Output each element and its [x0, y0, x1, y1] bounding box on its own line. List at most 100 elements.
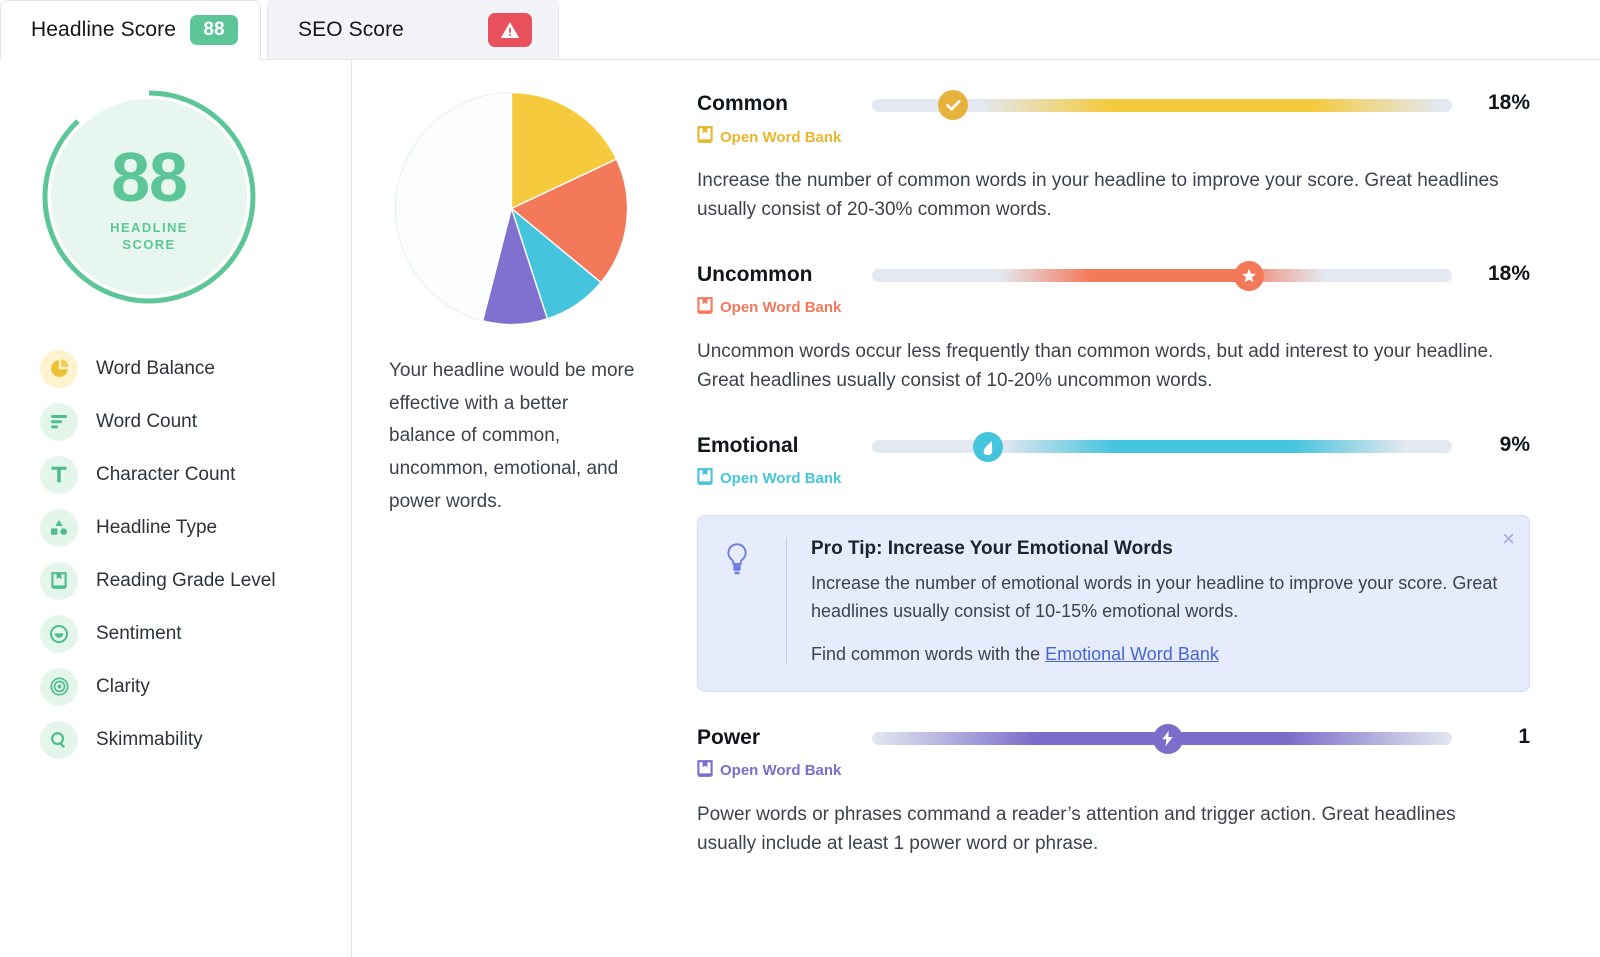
sidebar-item-label: Word Count: [96, 410, 198, 432]
open-word-bank-emotional[interactable]: Open Word Bank: [697, 467, 842, 490]
headline-score-ring: 88 HEADLINE SCORE: [38, 86, 260, 308]
slider-knob-drop-icon[interactable]: [973, 431, 1003, 462]
tab-headline-score-label: Headline Score: [31, 18, 176, 41]
book-icon: [40, 561, 78, 600]
tab-seo-score[interactable]: SEO Score: [267, 0, 559, 59]
metric-label-group-emotional: Emotional Open Word Bank: [697, 430, 872, 491]
metric-description-uncommon: Uncommon words occur less frequently tha…: [697, 340, 1494, 391]
smiley-icon: [40, 614, 78, 653]
sidebar-item-label: Headline Type: [96, 516, 218, 538]
metric-label-group-common: Common Open Word Bank: [697, 88, 872, 149]
slider-knob-star-icon[interactable]: [1234, 260, 1264, 291]
metric-slider-uncommon[interactable]: [872, 259, 1452, 293]
metric-header-emotional: Emotional Open Word Bank 9%: [697, 430, 1530, 491]
slider-fill: [982, 98, 1441, 112]
metric-section-power: Power Open Word Bank 1 Power words or ph…: [697, 722, 1530, 859]
shapes-icon: [40, 508, 78, 547]
headline-score-caption-line1: HEADLINE: [110, 219, 188, 235]
slider-track[interactable]: [872, 431, 1452, 462]
metric-title: Power: [697, 725, 761, 749]
headline-score-badge: 88: [190, 15, 238, 45]
book-icon: [697, 126, 713, 148]
sidebar-item-reading-grade-level[interactable]: Reading Grade Level: [40, 554, 351, 607]
sidebar-item-character-count[interactable]: Character Count: [40, 448, 351, 501]
sidebar-item-word-balance[interactable]: Word Balance: [40, 342, 351, 395]
book-icon: [697, 467, 713, 490]
pro-tip-banner: × Pro Tip: Increase Your Emotional Words…: [697, 514, 1530, 692]
headline-score-caption: HEADLINE SCORE: [110, 220, 188, 254]
sidebar-item-label: Skimmability: [96, 728, 203, 750]
sidebar-item-label: Reading Grade Level: [96, 569, 276, 591]
headline-score-value: 88: [111, 138, 188, 217]
close-icon[interactable]: ×: [1502, 527, 1515, 550]
metric-label-group-uncommon: Uncommon Open Word Bank: [697, 259, 872, 320]
search-icon: [40, 720, 78, 759]
sidebar-item-label: Word Balance: [96, 357, 215, 379]
pro-tip-find-prefix: Find common words with the: [811, 643, 1046, 664]
sidebar-item-word-count[interactable]: Word Count: [40, 395, 351, 448]
sidebar-item-label: Clarity: [96, 675, 150, 697]
metric-description-common: Increase the number of common words in y…: [697, 170, 1499, 220]
book-icon: [697, 759, 713, 782]
open-word-bank-label: Open Word Bank: [720, 299, 842, 317]
pro-tip-divider: [786, 537, 787, 665]
sidebar-item-sentiment[interactable]: Sentiment: [40, 607, 351, 660]
metric-section-emotional: Emotional Open Word Bank 9%: [697, 430, 1530, 491]
metric-section-common: Common Open Word Bank 18% Increase the n…: [697, 88, 1530, 225]
slider-knob-check-icon[interactable]: [938, 90, 969, 120]
pro-tip-body: Pro Tip: Increase Your Emotional Words I…: [811, 538, 1503, 665]
tab-bar: Headline Score 88 SEO Score: [0, 0, 1600, 60]
warning-icon: [488, 12, 532, 47]
pro-tip-find-row: Find common words with the Emotional Wor…: [811, 644, 1503, 665]
metric-header-uncommon: Uncommon Open Word Bank 18%: [697, 259, 1530, 320]
headline-score-caption-line2: SCORE: [122, 236, 176, 252]
slider-track[interactable]: [872, 90, 1452, 120]
pro-tip-text: Increase the number of emotional words i…: [811, 572, 1498, 621]
pie-chart-icon: [40, 349, 78, 388]
main-body: 88 HEADLINE SCORE Word Balance Word Count…: [0, 60, 1600, 957]
open-word-bank-power[interactable]: Open Word Bank: [697, 759, 842, 782]
metric-slider-power[interactable]: [872, 722, 1452, 756]
open-word-bank-label: Open Word Bank: [720, 128, 842, 146]
word-balance-summary: Your headline would be more effective wi…: [389, 360, 635, 512]
metric-header-power: Power Open Word Bank 1: [697, 722, 1530, 783]
metric-value-common: 18%: [1487, 91, 1530, 114]
metric-label-group-power: Power Open Word Bank: [697, 722, 872, 783]
metric-slider-common[interactable]: [872, 88, 1452, 122]
sidebar-item-headline-type[interactable]: Headline Type: [40, 501, 351, 554]
metric-header-common: Common Open Word Bank 18%: [697, 88, 1530, 149]
metric-value-power: 1: [1518, 724, 1530, 748]
slider-fill: [999, 269, 1325, 283]
open-word-bank-label: Open Word Bank: [720, 470, 842, 488]
metric-title: Emotional: [697, 433, 799, 457]
open-word-bank-common[interactable]: Open Word Bank: [697, 126, 841, 148]
slider-track[interactable]: [872, 260, 1452, 291]
tab-seo-score-label: SEO Score: [298, 17, 404, 41]
metric-title: Uncommon: [697, 262, 813, 286]
target-icon: [40, 667, 78, 706]
sidebar-item-clarity[interactable]: Clarity: [40, 660, 351, 713]
sidebar-item-label: Character Count: [96, 463, 236, 485]
metric-slider-emotional[interactable]: [872, 430, 1452, 464]
slider-fill: [999, 440, 1406, 454]
metric-title: Common: [697, 92, 788, 115]
emotional-word-bank-link[interactable]: Emotional Word Bank: [1045, 644, 1219, 664]
slider-track[interactable]: [872, 723, 1452, 754]
metric-section-uncommon: Uncommon Open Word Bank 18% Uncommon wor…: [697, 259, 1530, 396]
word-metrics-content: Common Open Word Bank 18% Increase the n…: [665, 60, 1600, 957]
book-icon: [697, 297, 713, 319]
pro-tip-title: Pro Tip: Increase Your Emotional Words: [811, 537, 1173, 559]
text-t-icon: [40, 455, 78, 494]
open-word-bank-uncommon[interactable]: Open Word Bank: [697, 297, 841, 319]
sidebar: 88 HEADLINE SCORE Word Balance Word Count…: [0, 60, 352, 957]
tab-headline-score[interactable]: Headline Score 88: [0, 0, 261, 60]
word-balance-pie-chart: [394, 91, 628, 326]
lines-icon: [40, 402, 78, 441]
metric-value-emotional: 9%: [1499, 432, 1530, 456]
slider-knob-bolt-icon[interactable]: [1152, 723, 1183, 754]
word-balance-panel: Your headline would be more effective wi…: [352, 60, 665, 957]
open-word-bank-label: Open Word Bank: [720, 762, 842, 780]
sidebar-item-label: Sentiment: [96, 622, 182, 644]
sidebar-item-skimmability[interactable]: Skimmability: [40, 713, 351, 766]
lightbulb-icon: [724, 538, 786, 665]
